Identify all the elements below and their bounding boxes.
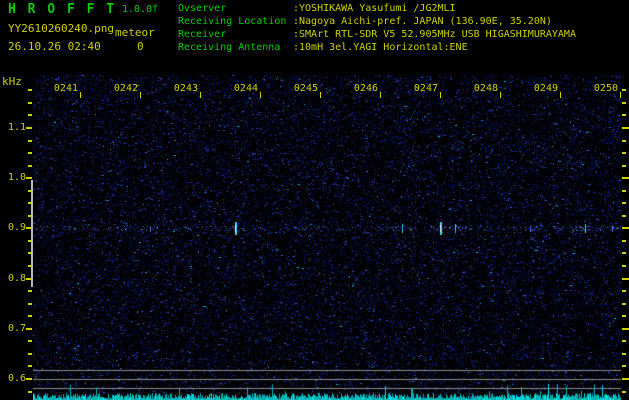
info-value: :Nagoya Aichi-pref. JAPAN (136.90E, 35.2… [293, 16, 552, 27]
time-tick-label: 0245 [293, 83, 318, 94]
freq-minor-tick [28, 340, 32, 342]
freq-minor-tick [28, 240, 32, 242]
freq-tick-label: 0.8 [7, 273, 26, 284]
freq-right-tick [622, 177, 629, 179]
time-tick [620, 92, 621, 98]
datetime-label: 26.10.26 02:40 [8, 40, 101, 53]
info-label: Ovserver [178, 3, 227, 14]
time-tick-label: 0247 [413, 83, 438, 94]
output-filename: YY2610260240.png [8, 22, 114, 35]
time-tick-label: 0250 [593, 83, 618, 94]
info-value: :YOSHIKAWA Yasufumi /JG2MLI [293, 3, 456, 14]
info-value: :SMArt RTL-SDR V5 52.905MHz USB HIGASHIM… [293, 29, 576, 40]
spectrogram-canvas [33, 75, 621, 400]
info-value: :10mH 3el.YAGI Horizontal:ENE [293, 42, 468, 53]
freq-minor-tick [28, 202, 32, 204]
freq-right-tick [622, 114, 626, 116]
freq-minor-tick [28, 290, 32, 292]
freq-minor-tick [28, 315, 32, 317]
freq-minor-tick [28, 303, 32, 305]
info-label: Receiving Location [178, 16, 287, 27]
time-tick [380, 92, 381, 98]
station-info: Ovserver:YOSHIKAWA Yasufumi /JG2MLI Recei… [178, 2, 576, 54]
meteor-count: 0 [137, 40, 144, 53]
freq-right-tick [622, 215, 626, 217]
freq-right-tick [622, 140, 626, 142]
freq-major-tick [26, 328, 32, 330]
freq-right-tick [622, 340, 626, 342]
freq-minor-tick [28, 165, 32, 167]
freq-right-tick [622, 378, 629, 380]
freq-tick-label: 1.0 [7, 172, 26, 183]
freq-tick-label: 0.6 [7, 373, 26, 384]
info-label: Receiver [178, 29, 227, 40]
freq-minor-tick [28, 152, 32, 154]
station-info-line: Ovserver :YOSHIKAWA Yasufumi /JG2MLI [178, 2, 576, 15]
freq-major-tick [26, 127, 32, 129]
freq-right-tick [622, 265, 626, 267]
freq-minor-tick [28, 365, 32, 367]
freq-tick-label: 1.1 [7, 122, 26, 133]
freq-right-tick [622, 165, 626, 167]
freq-right-tick [622, 202, 626, 204]
freq-axis-unit-label: kHz [2, 75, 22, 88]
freq-right-tick [622, 303, 626, 305]
time-tick-label: 0248 [473, 83, 498, 94]
freq-right-tick [622, 315, 626, 317]
time-tick-label: 0243 [173, 83, 198, 94]
station-info-line: Receiving Antenna :10mH 3el.YAGI Horizont… [178, 41, 576, 54]
time-tick [200, 92, 201, 98]
station-info-line: Receiving Location :Nagoya Aichi-pref. JA… [178, 15, 576, 28]
hrofft-window: H R O F F T 1.0.0f YY2610260240.png mete… [0, 0, 629, 400]
freq-minor-tick [28, 114, 32, 116]
time-tick [560, 92, 561, 98]
freq-major-tick [26, 378, 32, 380]
freq-right-tick [622, 365, 626, 367]
freq-major-tick [26, 177, 32, 179]
freq-right-tick [622, 240, 626, 242]
freq-minor-tick [28, 215, 32, 217]
freq-minor-tick [28, 265, 32, 267]
info-label: Receiving Antenna [178, 42, 281, 53]
freq-minor-tick [28, 252, 32, 254]
freq-right-tick [622, 353, 626, 355]
freq-major-tick [26, 227, 32, 229]
freq-tick-label: 0.7 [7, 323, 26, 334]
time-tick-label: 0242 [113, 83, 138, 94]
freq-minor-tick [28, 140, 32, 142]
freq-minor-tick [28, 353, 32, 355]
mode-label: meteor [115, 26, 155, 39]
freq-right-tick [622, 127, 629, 129]
time-tick [260, 92, 261, 98]
freq-right-tick [622, 290, 626, 292]
freq-right-tick [622, 102, 626, 104]
calibration-band-line [31, 180, 33, 287]
freq-tick-label: 0.9 [7, 222, 26, 233]
time-tick [320, 92, 321, 98]
freq-major-tick [26, 278, 32, 280]
app-title: H R O F F T [8, 2, 117, 17]
app-version: 1.0.0f [122, 4, 159, 15]
time-tick [140, 92, 141, 98]
time-tick-label: 0241 [53, 83, 78, 94]
freq-minor-tick [28, 391, 32, 393]
freq-minor-tick [28, 190, 32, 192]
freq-right-tick [622, 278, 629, 280]
time-tick [500, 92, 501, 98]
time-tick-label: 0244 [233, 83, 258, 94]
freq-right-tick [622, 152, 626, 154]
station-info-line: Receiver :SMArt RTL-SDR V5 52.905MHz USB … [178, 28, 576, 41]
time-tick-label: 0249 [533, 83, 558, 94]
freq-right-tick [622, 89, 626, 91]
time-tick [80, 92, 81, 98]
freq-right-tick [622, 227, 629, 229]
freq-right-tick [622, 328, 629, 330]
freq-minor-tick [28, 102, 32, 104]
time-tick [440, 92, 441, 98]
freq-right-tick [622, 190, 626, 192]
freq-right-tick [622, 391, 626, 393]
freq-right-tick [622, 252, 626, 254]
time-tick-label: 0246 [353, 83, 378, 94]
